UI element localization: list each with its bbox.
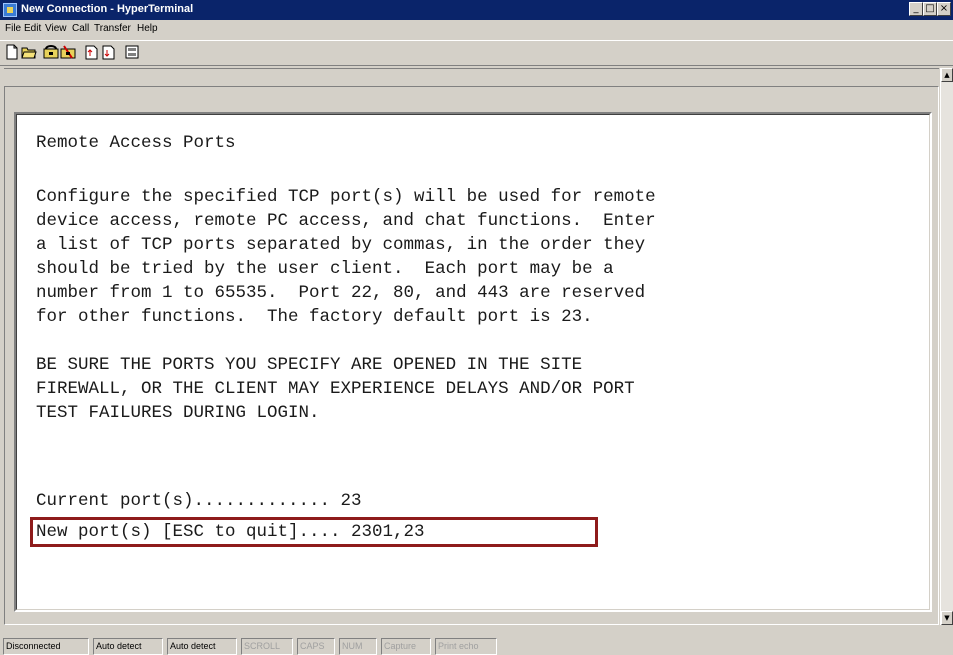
toolbar: [0, 40, 953, 66]
terminal-line-3: Configure the specified TCP port(s) will…: [36, 187, 656, 207]
status-scroll: SCROLL: [241, 638, 293, 655]
terminal-screen-inner: Remote Access Ports Configure the specif…: [16, 114, 930, 610]
terminal-line-6: should be tried by the user client. Each…: [36, 259, 614, 279]
terminal-line-12: TEST FAILURES DURING LOGIN.: [36, 403, 320, 423]
terminal-line-5: a list of TCP ports separated by commas,…: [36, 235, 646, 255]
menu-help[interactable]: Help: [137, 23, 158, 34]
maximize-button[interactable]: □: [923, 2, 937, 16]
properties-icon[interactable]: [124, 44, 140, 60]
terminal-line-7: number from 1 to 65535. Port 22, 80, and…: [36, 283, 646, 303]
status-connection: Disconnected: [3, 638, 89, 655]
new-icon[interactable]: [4, 44, 20, 60]
status-num: NUM: [339, 638, 377, 655]
hyperterminal-window: New Connection - HyperTerminal _ □ × Fil…: [0, 0, 953, 655]
disconnect-icon[interactable]: [60, 44, 76, 60]
window-title: New Connection - HyperTerminal: [21, 3, 194, 15]
current-ports-line: Current port(s)............. 23: [36, 491, 362, 511]
close-button[interactable]: ×: [937, 2, 951, 16]
terminal-screen[interactable]: Remote Access Ports Configure the specif…: [14, 112, 932, 612]
vertical-scrollbar[interactable]: ▲ ▼: [940, 68, 953, 625]
terminal-line-4: device access, remote PC access, and cha…: [36, 211, 656, 231]
status-print-echo: Print echo: [435, 638, 497, 655]
status-emulation: Auto detect: [93, 638, 163, 655]
send-icon[interactable]: [84, 44, 100, 60]
menu-view[interactable]: View: [45, 23, 67, 34]
terminal-line-8: for other functions. The factory default…: [36, 307, 593, 327]
status-caps: CAPS: [297, 638, 335, 655]
status-capture: Capture: [381, 638, 431, 655]
scroll-down-arrow-icon[interactable]: ▼: [941, 611, 953, 625]
menu-file[interactable]: File: [5, 23, 21, 34]
menu-call[interactable]: Call: [72, 23, 89, 34]
receive-icon[interactable]: [101, 44, 117, 60]
open-icon[interactable]: [21, 44, 37, 60]
minimize-button[interactable]: _: [909, 2, 923, 16]
menu-edit[interactable]: Edit: [24, 23, 41, 34]
status-settings: Auto detect: [167, 638, 237, 655]
menu-bar: File Edit View Call Transfer Help: [0, 21, 953, 38]
menu-transfer[interactable]: Transfer: [94, 23, 131, 34]
scroll-up-arrow-icon[interactable]: ▲: [941, 68, 953, 82]
new-ports-highlight-box: [30, 517, 598, 547]
terminal-line-10: BE SURE THE PORTS YOU SPECIFY ARE OPENED…: [36, 355, 583, 375]
title-bar[interactable]: New Connection - HyperTerminal _ □ ×: [0, 0, 953, 20]
terminal-top-strip: [4, 68, 939, 86]
hyperterminal-app-icon[interactable]: [3, 3, 17, 17]
terminal-line-1: Remote Access Ports: [36, 133, 236, 153]
call-icon[interactable]: [43, 44, 59, 60]
terminal-line-11: FIREWALL, OR THE CLIENT MAY EXPERIENCE D…: [36, 379, 635, 399]
status-bar: Disconnected Auto detect Auto detect SCR…: [0, 628, 953, 655]
